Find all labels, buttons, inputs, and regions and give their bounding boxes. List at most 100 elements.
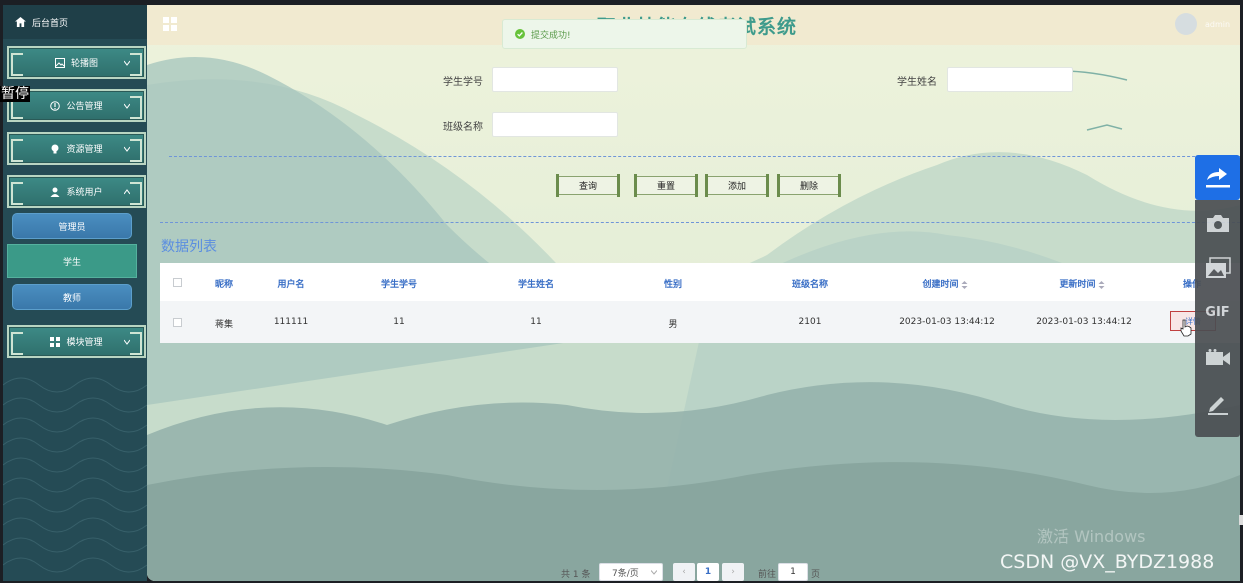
record-video-button[interactable]: [1195, 335, 1240, 380]
screenshot-button[interactable]: [1195, 200, 1240, 245]
pause-label: 暂停: [0, 86, 30, 102]
pagination-total: 共 1 条: [561, 570, 591, 580]
chevron-down-icon: [124, 339, 130, 345]
select-all-checkbox[interactable]: [173, 278, 182, 287]
sidebar-item-label: 公告管理: [66, 102, 103, 112]
sidebar-item-carousel[interactable]: 轮播图: [7, 46, 146, 79]
next-page-button[interactable]: ›: [722, 563, 744, 581]
cell-nickname: 蒋集: [214, 320, 234, 330]
col-updated-label: 更新时间: [1059, 280, 1096, 290]
cell-created-time: 2023-01-03 13:44:12: [899, 317, 995, 327]
student-no-label: 学生学号: [443, 77, 483, 88]
cell-username: 111111: [273, 317, 309, 327]
col-username: 用户名: [277, 280, 305, 290]
sidebar-item-system-user[interactable]: 系统用户: [7, 175, 146, 208]
col-created-label: 创建时间: [922, 280, 959, 290]
row-checkbox[interactable]: [173, 318, 182, 327]
gif-icon: GIF: [1205, 305, 1230, 320]
sidebar-subitem-label: 学生: [62, 257, 81, 268]
pencil-icon: [1207, 396, 1228, 415]
page-number-current[interactable]: 1: [697, 563, 719, 581]
page-size-value: 7条/页: [612, 568, 639, 579]
user-name[interactable]: admin: [1205, 20, 1230, 29]
menu-grid-icon[interactable]: [163, 17, 177, 31]
reset-button[interactable]: 重置: [634, 174, 698, 197]
data-list-title: 数据列表: [161, 239, 217, 255]
col-class-name: 班级名称: [791, 280, 829, 290]
cell-updated-time: 2023-01-03 13:44:12: [1036, 317, 1132, 327]
sidebar-item-resource[interactable]: 资源管理: [7, 132, 146, 165]
table-row: 蒋集 111111 11 11 男 2101 2023-01-03 13:44:…: [160, 301, 1240, 343]
sort-icon: [1098, 280, 1105, 289]
chevron-down-icon: [124, 146, 130, 152]
sidebar-item-label: 系统用户: [66, 188, 103, 198]
scroll-edge-marker: [1239, 515, 1243, 525]
share-arrow-icon: [1205, 167, 1230, 187]
chevron-up-icon: [124, 189, 130, 195]
class-name-input[interactable]: [492, 112, 618, 137]
col-student-no: 学生学号: [380, 280, 418, 290]
cell-student-name: 11: [530, 317, 542, 327]
student-name-label: 学生姓名: [897, 77, 937, 88]
page-size-select[interactable]: 7条/页: [599, 563, 663, 581]
table-header: 昵称 用户名 学生学号 学生姓名 性别 班级名称 创建时间 更新时间 操作: [160, 263, 1240, 301]
sidebar-subitem-student[interactable]: 学生: [7, 244, 137, 278]
page-suffix: 页: [811, 570, 821, 580]
check-circle-icon: [515, 29, 525, 39]
sidebar-subitem-label: 管理员: [58, 222, 86, 233]
info-circle-icon: [50, 100, 61, 111]
data-table: 昵称 用户名 学生学号 学生姓名 性别 班级名称 创建时间 更新时间 操作 蒋集…: [160, 263, 1240, 343]
share-button[interactable]: [1195, 155, 1240, 200]
sidebar-home-label: 后台首页: [32, 18, 69, 29]
windows-activation-watermark: 激活 Windows: [1037, 527, 1146, 546]
chevron-down-icon: [124, 103, 130, 109]
user-icon: [50, 187, 60, 197]
sidebar-item-label: 资源管理: [66, 145, 103, 155]
student-no-input[interactable]: [492, 67, 618, 92]
sidebar-item-label: 模块管理: [66, 338, 103, 348]
sidebar-item-label: 轮播图: [70, 59, 98, 69]
app-window: 后台首页 轮播图 公告管理 资源管理 系统用户 管理员 学生 教师 模块管理 暂…: [0, 0, 1243, 583]
hand-cursor-icon: [1180, 319, 1192, 337]
toast-text: 提交成功!: [531, 30, 571, 41]
col-nickname: 昵称: [214, 280, 234, 290]
col-gender: 性别: [663, 280, 683, 290]
chevron-down-icon: [124, 60, 130, 66]
screenshot-tool-panel: GIF: [1195, 155, 1240, 437]
bulb-icon: [51, 144, 59, 153]
image-stack-icon: [1205, 256, 1231, 278]
sidebar-subitem-teacher[interactable]: 教师: [12, 284, 132, 310]
sort-icon: [961, 280, 968, 289]
home-icon: [15, 17, 26, 27]
delete-button[interactable]: 删除: [777, 174, 841, 197]
image-icon: [54, 57, 65, 68]
success-toast: 提交成功!: [502, 19, 747, 49]
annotate-button[interactable]: [1195, 380, 1240, 425]
col-updated-time[interactable]: 更新时间: [1059, 277, 1105, 290]
class-name-label: 班级名称: [443, 122, 483, 133]
grid-icon: [50, 336, 61, 347]
col-created-time[interactable]: 创建时间: [922, 277, 968, 290]
sidebar-subitem-admin[interactable]: 管理员: [12, 213, 132, 239]
student-name-input[interactable]: [947, 67, 1073, 92]
tool-panel-body: GIF: [1195, 200, 1240, 437]
video-camera-icon: [1205, 348, 1230, 365]
sidebar-subitem-label: 教师: [62, 293, 81, 304]
avatar[interactable]: [1175, 13, 1197, 35]
divider: [160, 222, 1240, 223]
prev-page-button[interactable]: ‹: [673, 563, 695, 581]
add-button[interactable]: 添加: [705, 174, 769, 197]
sidebar-item-module[interactable]: 模块管理: [7, 325, 146, 358]
sidebar-home-link[interactable]: 后台首页: [3, 5, 147, 39]
csdn-watermark: CSDN @VX_BYDZ1988: [1000, 551, 1215, 573]
query-button[interactable]: 查询: [556, 174, 620, 197]
cell-class-name: 2101: [798, 317, 822, 327]
camera-icon: [1206, 214, 1229, 232]
goto-page-input[interactable]: 1: [778, 563, 808, 581]
cell-gender: 男: [668, 320, 678, 330]
gif-button[interactable]: GIF: [1195, 290, 1240, 335]
main-content: 职业技能在线考试系统 admin 提交成功! 学生学号 学生姓名 班级名称 查询…: [147, 5, 1240, 581]
long-screenshot-button[interactable]: [1195, 245, 1240, 290]
col-student-name: 学生姓名: [517, 280, 555, 290]
goto-label: 前往: [758, 570, 777, 580]
